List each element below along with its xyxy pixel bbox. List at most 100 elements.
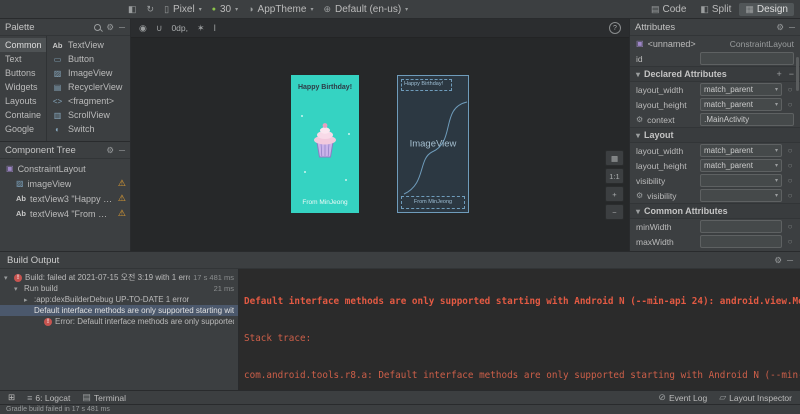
tool-windows-toggle[interactable]: ⊞ — [8, 392, 15, 403]
blueprint-textview4[interactable]: From MinJeong — [401, 196, 465, 209]
context-input[interactable]: .MainActivity — [700, 113, 794, 126]
selected-component-row[interactable]: ▣ <unnamed> ConstraintLayout — [630, 36, 800, 51]
search-icon[interactable] — [94, 23, 102, 31]
build-tree-row-error-selected[interactable]: Default interface methods are only suppo… — [0, 305, 238, 316]
sparkle-dot — [345, 179, 347, 181]
tab-logcat[interactable]: ≡ 6: Logcat — [27, 393, 70, 403]
remove-attribute-button[interactable]: − — [789, 69, 794, 79]
pick-resource-icon[interactable]: ○ — [786, 146, 794, 155]
tree-item-constraintlayout[interactable]: ▣ ConstraintLayout — [0, 161, 130, 176]
tools-visibility-select[interactable]: ▾ — [700, 189, 782, 202]
palette-item-imageview[interactable]: ▨ ImageView — [47, 66, 130, 80]
palette-item-fragment[interactable]: <> <fragment> — [47, 94, 130, 108]
build-tree-row-failed[interactable]: ▾ ! Build: failed at 2021-07-15 오전 3:19 … — [0, 272, 238, 283]
palette-category-containers[interactable]: Containe — [0, 108, 46, 122]
minimize-icon[interactable]: ─ — [119, 145, 125, 155]
blueprint-textview3[interactable]: Happy Birthday! — [401, 79, 452, 91]
tab-layout-inspector[interactable]: ▱ Layout Inspector — [719, 392, 792, 403]
status-bar: Gradle build failed in 17 s 481 ms — [0, 404, 800, 414]
tab-design[interactable]: ▦ Design — [739, 2, 794, 16]
minimize-icon[interactable]: ─ — [789, 22, 795, 32]
design-preview[interactable]: Happy Birthday! From MinJeong — [291, 75, 359, 213]
build-tree-row-run-build[interactable]: ▾ Run build 21 ms — [0, 283, 238, 294]
tree-item-imageview[interactable]: ▨ imageView ⚠ — [0, 176, 130, 191]
minwidth-input[interactable] — [700, 220, 782, 233]
pick-resource-icon[interactable]: ○ — [786, 222, 794, 231]
attributes-scrollbar[interactable] — [796, 57, 799, 91]
palette-item-switch[interactable]: ◐ Switch — [47, 122, 130, 136]
tab-split[interactable]: ◧ Split — [694, 3, 737, 16]
layout-inspector-icon: ▱ — [719, 392, 727, 402]
palette-item-textview[interactable]: Ab TextView — [47, 38, 130, 52]
design-surface-icon[interactable]: ◧ — [128, 4, 137, 15]
common-attributes-section[interactable]: ▾ Common Attributes — [630, 203, 800, 219]
tab-code[interactable]: ▤ Code — [645, 3, 692, 16]
blueprint-imageview-label[interactable]: ImageView — [398, 139, 468, 150]
build-tree-row-task[interactable]: ▸ :app:dexBuilderDebug UP-TO-DATE 1 erro… — [0, 294, 238, 305]
layout-height-select[interactable]: match_parent ▾ — [700, 159, 782, 172]
build-console[interactable]: Default interface methods are only suppo… — [239, 269, 800, 390]
palette-category-google[interactable]: Google — [0, 122, 46, 136]
tab-terminal[interactable]: ▤ Terminal — [82, 392, 126, 403]
help-icon[interactable]: ? — [609, 22, 621, 34]
zoom-in-button[interactable]: + — [605, 186, 624, 202]
infer-constraints-icon[interactable]: ✶ — [197, 23, 205, 34]
gear-icon[interactable]: ⚙ — [776, 22, 784, 33]
layout-height-select[interactable]: match_parent ▾ — [700, 98, 782, 111]
tab-event-log[interactable]: ⊘ Event Log — [658, 392, 707, 403]
gear-icon[interactable]: ⚙ — [774, 255, 782, 266]
pick-resource-icon[interactable]: ○ — [786, 191, 794, 200]
guideline-icon[interactable]: I — [214, 23, 217, 33]
declared-attributes-section[interactable]: ▾ Declared Attributes + − — [630, 66, 800, 82]
visibility-select[interactable]: ▾ — [700, 174, 782, 187]
pick-resource-icon[interactable]: ○ — [786, 237, 794, 246]
design-surface[interactable]: Happy Birthday! From MinJeong Happy Birt… — [131, 38, 629, 251]
palette-category-layouts[interactable]: Layouts — [0, 94, 46, 108]
id-input[interactable] — [700, 52, 794, 65]
layout-section[interactable]: ▾ Layout — [630, 127, 800, 143]
orientation-icon[interactable]: ↻ — [147, 4, 155, 15]
pick-resource-icon[interactable]: ○ — [786, 85, 794, 94]
chevron-right-icon: ▸ — [24, 296, 28, 304]
gear-icon[interactable]: ⚙ — [106, 22, 114, 33]
layout-width-select[interactable]: match_parent ▾ — [700, 144, 782, 157]
chevron-down-icon: ▾ — [235, 6, 239, 13]
status-message[interactable]: Gradle build failed in 17 s 481 ms — [6, 406, 110, 413]
build-row-text: Default interface methods are only suppo… — [34, 306, 234, 315]
maxwidth-input[interactable] — [700, 235, 782, 248]
zoom-to-fit-button[interactable]: ▦ — [605, 150, 624, 166]
locale-label: Default (en-us) — [335, 3, 402, 15]
minimize-icon[interactable]: ─ — [119, 22, 125, 32]
theme-selector[interactable]: ◑ AppTheme ▾ — [248, 4, 313, 15]
palette-item-scrollview[interactable]: ▥ ScrollView — [47, 108, 130, 122]
pick-resource-icon[interactable]: ○ — [786, 161, 794, 170]
palette-category-widgets[interactable]: Widgets — [0, 80, 46, 94]
view-options-icon[interactable]: ◉ — [139, 23, 147, 34]
pick-resource-icon[interactable]: ○ — [786, 176, 794, 185]
warning-icon: ⚠ — [117, 208, 126, 218]
palette-item-label: Switch — [68, 124, 95, 134]
palette-category-common[interactable]: Common — [0, 38, 46, 52]
canvas-toolbar: ◉ ∪ 0dp, ✶ I ? — [131, 19, 629, 38]
layout-width-select[interactable]: match_parent ▾ — [700, 83, 782, 96]
palette-item-recyclerview[interactable]: ▤ RecyclerView — [47, 80, 130, 94]
pick-resource-icon[interactable]: ○ — [786, 100, 794, 109]
tree-item-textview3[interactable]: Ab textView3 "Happy Birthday!" ⚠ — [0, 191, 130, 206]
zoom-out-button[interactable]: − — [605, 204, 624, 220]
device-selector[interactable]: ▯ Pixel ▾ — [164, 4, 202, 15]
locale-selector[interactable]: ⊕ Default (en-us) ▾ — [323, 4, 408, 15]
zoom-actual-button[interactable]: 1:1 — [605, 168, 624, 184]
sparkle-dot — [301, 115, 303, 117]
blueprint-preview[interactable]: Happy Birthday! ImageView From MinJeong — [397, 75, 469, 213]
default-margins-button[interactable]: 0dp, — [171, 23, 188, 33]
add-attribute-button[interactable]: + — [776, 69, 781, 79]
palette-item-button[interactable]: ▭ Button — [47, 52, 130, 66]
minimize-icon[interactable]: ─ — [787, 255, 793, 265]
gear-icon[interactable]: ⚙ — [106, 145, 114, 156]
tree-item-textview4[interactable]: Ab textView4 "From MinJeong" ⚠ — [0, 206, 130, 221]
palette-category-buttons[interactable]: Buttons — [0, 66, 46, 80]
magnet-icon[interactable]: ∪ — [156, 23, 163, 34]
api-selector[interactable]: ● 30 ▾ — [212, 4, 238, 15]
palette-category-text[interactable]: Text — [0, 52, 46, 66]
build-tree-row-error-detail[interactable]: ! Error: Default interface methods are o… — [0, 316, 238, 327]
